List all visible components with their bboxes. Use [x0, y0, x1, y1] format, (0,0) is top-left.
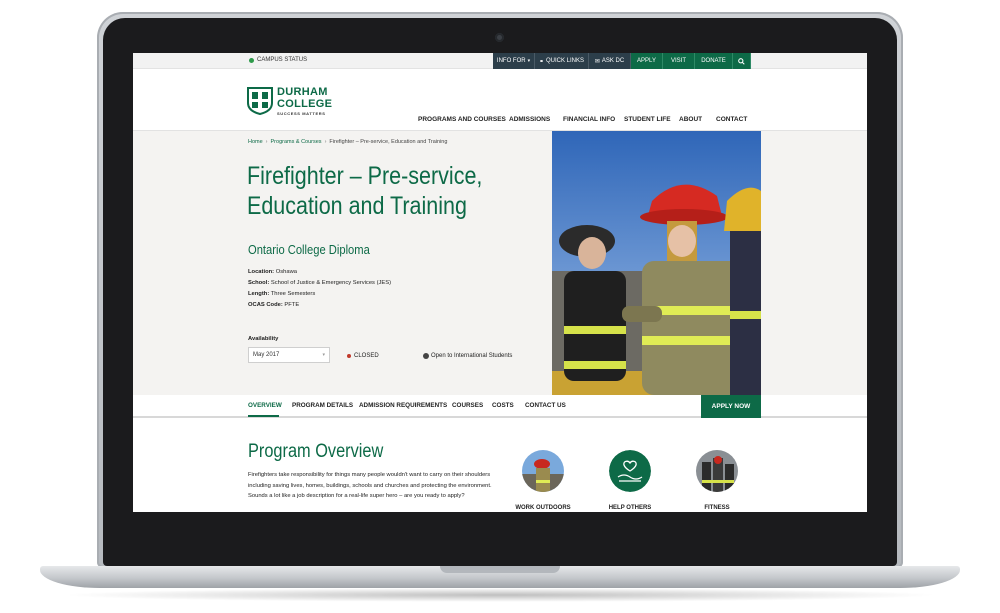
page-title: Firefighter – Pre-service, Education and… — [247, 161, 505, 221]
info-for-dropdown[interactable]: INFO FOR ▾ — [493, 53, 535, 69]
logo-tagline: SUCCESS MATTERS — [277, 111, 326, 116]
site-header: DURHAM COLLEGE SUCCESS MATTERS PROGRAMS … — [133, 69, 867, 131]
ask-dc-button[interactable]: ✉ ASK DC — [589, 53, 631, 69]
international-label: Open to International Students — [431, 353, 513, 359]
feature-label: WORK OUTDOORS — [515, 505, 571, 511]
breadcrumb-separator: › — [265, 139, 268, 145]
page-title-line2: Education and Training — [247, 192, 467, 220]
globe-icon — [423, 353, 429, 359]
utility-bar: CAMPUS STATUS INFO FOR ▾ ⚭ QUICK LINKS ✉… — [133, 53, 867, 69]
logo-wordmark[interactable]: DURHAM COLLEGE SUCCESS MATTERS — [277, 87, 332, 116]
tab-contact-us[interactable]: CONTACT US — [525, 402, 566, 409]
breadcrumb-separator: › — [324, 139, 327, 145]
durham-college-shield-icon[interactable] — [247, 87, 273, 115]
search-icon — [738, 57, 745, 65]
ask-dc-label: ASK DC — [601, 58, 625, 64]
campus-status-label: CAMPUS STATUS — [257, 57, 308, 63]
laptop-notch — [440, 566, 560, 573]
fact-length-label: Length: — [248, 291, 270, 297]
info-for-label: INFO FOR — [496, 58, 526, 64]
feature-help-others: HELP OTHERS — [600, 450, 660, 511]
search-button[interactable] — [733, 53, 751, 69]
credential-subtitle: Ontario College Diploma — [248, 242, 370, 257]
firefighters-hero-photo — [552, 131, 761, 395]
feature-label: HELP OTHERS — [608, 505, 652, 511]
availability-select[interactable]: May 2017 ▾ — [248, 347, 330, 363]
tab-costs[interactable]: COSTS — [492, 402, 514, 409]
active-tab-indicator — [248, 415, 279, 417]
overview-heading: Program Overview — [248, 441, 384, 462]
tab-admission-requirements[interactable]: ADMISSION REQUIREMENTS — [359, 402, 447, 409]
fact-length: Length: Three Semesters — [248, 289, 391, 300]
page-title-line1: Firefighter – Pre-service, — [247, 162, 483, 190]
availability-label: Availability — [248, 336, 279, 342]
nav-admissions[interactable]: ADMISSIONS — [509, 116, 550, 123]
tab-courses[interactable]: COURSES — [452, 402, 483, 409]
nav-programs-and-courses[interactable]: PROGRAMS AND COURSES — [418, 116, 506, 123]
overview-body: Firefighters take responsibility for thi… — [248, 472, 492, 499]
laptop-frame: CAMPUS STATUS INFO FOR ▾ ⚭ QUICK LINKS ✉… — [0, 0, 1000, 613]
fact-ocas-value: PFTE — [284, 302, 300, 308]
apply-now-button[interactable]: APPLY NOW — [701, 395, 761, 418]
status-label: CLOSED — [354, 353, 379, 359]
visit-button[interactable]: VISIT — [663, 53, 695, 69]
tab-program-details[interactable]: PROGRAM DETAILS — [292, 402, 353, 409]
nav-about[interactable]: ABOUT — [679, 116, 702, 123]
browser-screen: CAMPUS STATUS INFO FOR ▾ ⚭ QUICK LINKS ✉… — [133, 53, 867, 512]
breadcrumb: Home › Programs & Courses › Firefighter – Pr… — [248, 139, 447, 145]
program-facts: Location: Oshawa School: School of Justi… — [248, 267, 391, 311]
link-icon: ⚭ — [538, 58, 544, 65]
logo-line1: DURHAM — [277, 86, 328, 98]
chat-icon: ✉ — [594, 58, 600, 65]
quick-links-button[interactable]: ⚭ QUICK LINKS — [535, 53, 589, 69]
fitness-photo — [696, 450, 738, 492]
fact-length-value: Three Semesters — [270, 291, 316, 297]
fact-ocas: OCAS Code: PFTE — [248, 300, 391, 311]
apply-button[interactable]: APPLY — [631, 53, 663, 69]
apply-label: APPLY — [637, 58, 656, 64]
chevron-down-icon: ▾ — [322, 352, 325, 358]
fact-location-value: Oshawa — [275, 269, 297, 275]
fact-school: School: School of Justice & Emergency Se… — [248, 278, 391, 289]
feature-work-outdoors: WORK OUTDOORS — [513, 450, 573, 511]
breadcrumb-current: Firefighter – Pre-service, Education and… — [329, 139, 448, 145]
program-tabs: OVERVIEW PROGRAM DETAILS ADMISSION REQUI… — [133, 395, 867, 418]
fact-ocas-label: OCAS Code: — [248, 302, 283, 308]
closed-dot-icon — [347, 354, 351, 358]
breadcrumb-home[interactable]: Home — [248, 139, 263, 145]
fact-location-label: Location: — [248, 269, 275, 275]
tab-overview[interactable]: OVERVIEW — [248, 402, 282, 409]
international-note: Open to International Students — [423, 353, 512, 359]
feature-fitness: FITNESS — [687, 450, 747, 511]
webcam-icon — [495, 33, 504, 42]
quick-links-label: QUICK LINKS — [546, 58, 585, 64]
fact-school-label: School: — [248, 280, 270, 286]
work-outdoors-photo — [522, 450, 564, 492]
breadcrumb-programs[interactable]: Programs & Courses — [271, 139, 322, 145]
nav-student-life[interactable]: STUDENT LIFE — [624, 116, 671, 123]
fact-location: Location: Oshawa — [248, 267, 391, 278]
fact-school-value: School of Justice & Emergency Services (… — [270, 280, 392, 286]
availability-value: May 2017 — [253, 352, 280, 358]
donate-label: DONATE — [701, 58, 726, 64]
helping-hands-icon — [609, 450, 651, 492]
laptop-shadow — [60, 588, 940, 602]
visit-label: VISIT — [670, 58, 686, 64]
nav-financial-info[interactable]: FINANCIAL INFO — [563, 116, 615, 123]
logo-line2: COLLEGE — [277, 98, 333, 110]
donate-button[interactable]: DONATE — [695, 53, 733, 69]
feature-label: FITNESS — [704, 505, 730, 511]
status-dot-icon — [249, 57, 254, 63]
nav-contact[interactable]: CONTACT — [716, 116, 747, 123]
program-hero: Home › Programs & Courses › Firefighter – Pr… — [133, 131, 867, 395]
chevron-down-icon: ▾ — [527, 58, 531, 64]
campus-status-link[interactable]: CAMPUS STATUS — [249, 57, 307, 63]
status-badge: CLOSED — [347, 353, 379, 359]
